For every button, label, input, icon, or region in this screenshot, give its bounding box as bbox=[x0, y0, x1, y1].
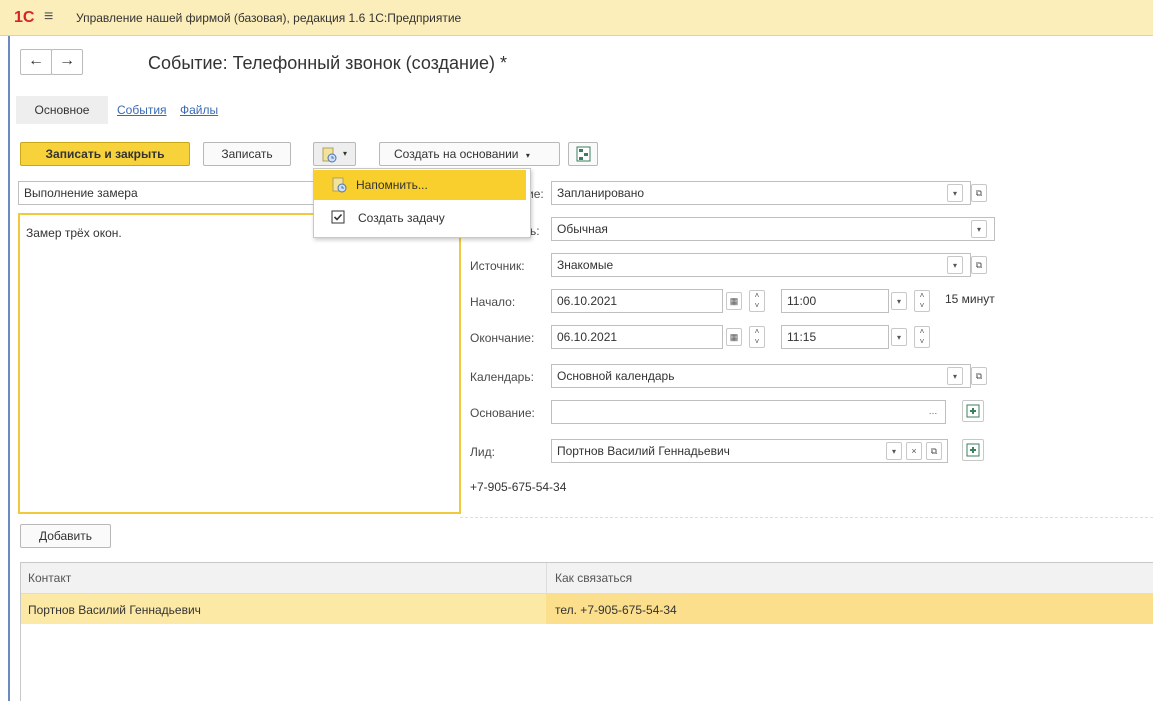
save-and-close-button[interactable]: Записать и закрыть bbox=[20, 142, 190, 166]
basis-label: Основание: bbox=[470, 406, 535, 420]
comment-textarea[interactable]: Замер трёх окон. bbox=[18, 213, 461, 514]
tab-main[interactable]: Основное bbox=[16, 96, 108, 124]
lead-open-button[interactable]: ⧉ bbox=[926, 442, 942, 460]
column-header-contact[interactable]: Контакт bbox=[28, 571, 71, 585]
add-button[interactable]: Добавить bbox=[20, 524, 111, 548]
document-clock-icon bbox=[321, 147, 337, 163]
chevron-down-icon: ▾ bbox=[952, 189, 957, 198]
create-copy-icon bbox=[963, 404, 983, 418]
calendar-field[interactable]: Основной календарь bbox=[551, 364, 971, 388]
app-title: Управление нашей фирмой (базовая), редак… bbox=[76, 11, 462, 25]
menu-item-remind-label: Напомнить... bbox=[356, 178, 428, 192]
lead-clear-button[interactable]: × bbox=[906, 442, 922, 460]
source-field[interactable]: Знакомые bbox=[551, 253, 971, 277]
phone-text: +7-905-675-54-34 bbox=[470, 480, 567, 494]
separator bbox=[460, 517, 1153, 518]
calendar-dropdown-button[interactable]: ▾ bbox=[947, 367, 963, 385]
start-time-dropdown[interactable]: ▾ bbox=[891, 292, 907, 310]
end-time-field[interactable]: 11:15 bbox=[781, 325, 889, 349]
chevron-down-icon: ▾ bbox=[952, 372, 957, 381]
column-separator bbox=[546, 563, 547, 594]
comment-text: Замер трёх окон. bbox=[26, 226, 122, 240]
chevron-down-icon: ▾ bbox=[525, 151, 530, 160]
end-date-field[interactable]: 06.10.2021 bbox=[551, 325, 723, 349]
window-left-border bbox=[8, 36, 10, 701]
start-label: Начало: bbox=[470, 295, 516, 309]
chevron-down-icon: ▾ bbox=[896, 297, 901, 306]
start-time-field[interactable]: 11:00 bbox=[781, 289, 889, 313]
source-open-button[interactable]: ⧉ bbox=[971, 256, 987, 274]
start-time-spinner[interactable]: ˄ ˅ bbox=[914, 290, 930, 312]
open-icon: ⧉ bbox=[975, 260, 983, 270]
duration-text: 15 минут bbox=[945, 292, 995, 306]
end-time-spinner[interactable]: ˄ ˅ bbox=[914, 326, 930, 348]
end-time-dropdown[interactable]: ▾ bbox=[891, 328, 907, 346]
lead-label: Лид: bbox=[470, 445, 495, 459]
app-logo[interactable]: 1С bbox=[14, 9, 34, 27]
calendar-open-button[interactable]: ⧉ bbox=[971, 367, 987, 385]
report-structure-icon bbox=[576, 146, 591, 162]
lead-create-button[interactable] bbox=[962, 439, 984, 461]
create-copy-icon bbox=[963, 443, 983, 457]
column-header-how[interactable]: Как связаться bbox=[555, 571, 632, 585]
end-label: Окончание: bbox=[470, 331, 535, 345]
importance-label: ь: bbox=[530, 224, 540, 238]
remind-menu-button[interactable]: ▾ bbox=[313, 142, 356, 166]
basis-create-button[interactable] bbox=[962, 400, 984, 422]
tab-events[interactable]: События bbox=[117, 103, 167, 117]
start-date-field[interactable]: 06.10.2021 bbox=[551, 289, 723, 313]
cell-how: тел. +7-905-675-54-34 bbox=[555, 603, 677, 617]
tab-files[interactable]: Файлы bbox=[180, 103, 218, 117]
cell-contact: Портнов Василий Геннадьевич bbox=[28, 603, 201, 617]
spinner-icon: ˄ ˅ bbox=[754, 291, 760, 310]
importance-field[interactable]: Обычная bbox=[551, 217, 995, 241]
create-based-on-label: Создать на основании bbox=[394, 147, 519, 161]
calendar-picker-button[interactable]: ▦ bbox=[726, 292, 742, 310]
chevron-down-icon: ▾ bbox=[952, 261, 957, 270]
menu-item-create-task-label: Создать задачу bbox=[358, 211, 445, 225]
open-icon: ⧉ bbox=[975, 371, 983, 381]
start-date-spinner[interactable]: ˄ ˅ bbox=[749, 290, 765, 312]
ellipsis-icon: … bbox=[928, 406, 938, 416]
state-field[interactable]: Запланировано bbox=[551, 181, 971, 205]
hamburger-menu-icon[interactable]: ≡ bbox=[44, 8, 53, 26]
importance-dropdown-button[interactable]: ▾ bbox=[971, 220, 987, 238]
remind-icon bbox=[331, 177, 347, 193]
chevron-down-icon: ▾ bbox=[896, 333, 901, 342]
calendar-picker-button[interactable]: ▦ bbox=[726, 328, 742, 346]
create-based-on-button[interactable]: Создать на основании ▾ bbox=[379, 142, 560, 166]
state-open-button[interactable]: ⧉ bbox=[971, 184, 987, 202]
forward-button[interactable]: → bbox=[51, 49, 83, 75]
end-date-spinner[interactable]: ˄ ˅ bbox=[749, 326, 765, 348]
open-icon: ⧉ bbox=[975, 188, 983, 198]
back-button[interactable]: ← bbox=[20, 49, 52, 75]
source-label: Источник: bbox=[470, 259, 525, 273]
calendar-label: Календарь: bbox=[470, 370, 534, 384]
task-checkbox-icon bbox=[331, 210, 345, 224]
close-icon: × bbox=[911, 446, 917, 456]
subject-field[interactable]: Выполнение замера bbox=[18, 181, 318, 205]
form-title: Событие: Телефонный звонок (создание) * bbox=[148, 53, 508, 73]
lead-dropdown-button[interactable]: ▾ bbox=[886, 442, 902, 460]
spinner-icon: ˄ ˅ bbox=[919, 291, 925, 310]
arrow-left-icon: ← bbox=[28, 52, 44, 69]
source-dropdown-button[interactable]: ▾ bbox=[947, 256, 963, 274]
arrow-right-icon: → bbox=[59, 52, 75, 69]
chevron-down-icon: ▾ bbox=[891, 447, 896, 456]
chevron-down-icon: ▾ bbox=[976, 225, 981, 234]
spinner-icon: ˄ ˅ bbox=[919, 327, 925, 346]
save-button[interactable]: Записать bbox=[203, 142, 291, 166]
open-icon: ⧉ bbox=[930, 446, 938, 456]
chevron-down-icon: ▾ bbox=[343, 149, 348, 158]
basis-select-button[interactable]: … bbox=[925, 403, 941, 421]
spinner-icon: ˄ ˅ bbox=[754, 327, 760, 346]
report-button[interactable] bbox=[568, 142, 598, 166]
calendar-icon: ▦ bbox=[729, 296, 739, 306]
basis-field[interactable] bbox=[551, 400, 946, 424]
state-dropdown-button[interactable]: ▾ bbox=[947, 184, 963, 202]
calendar-icon: ▦ bbox=[729, 332, 739, 342]
